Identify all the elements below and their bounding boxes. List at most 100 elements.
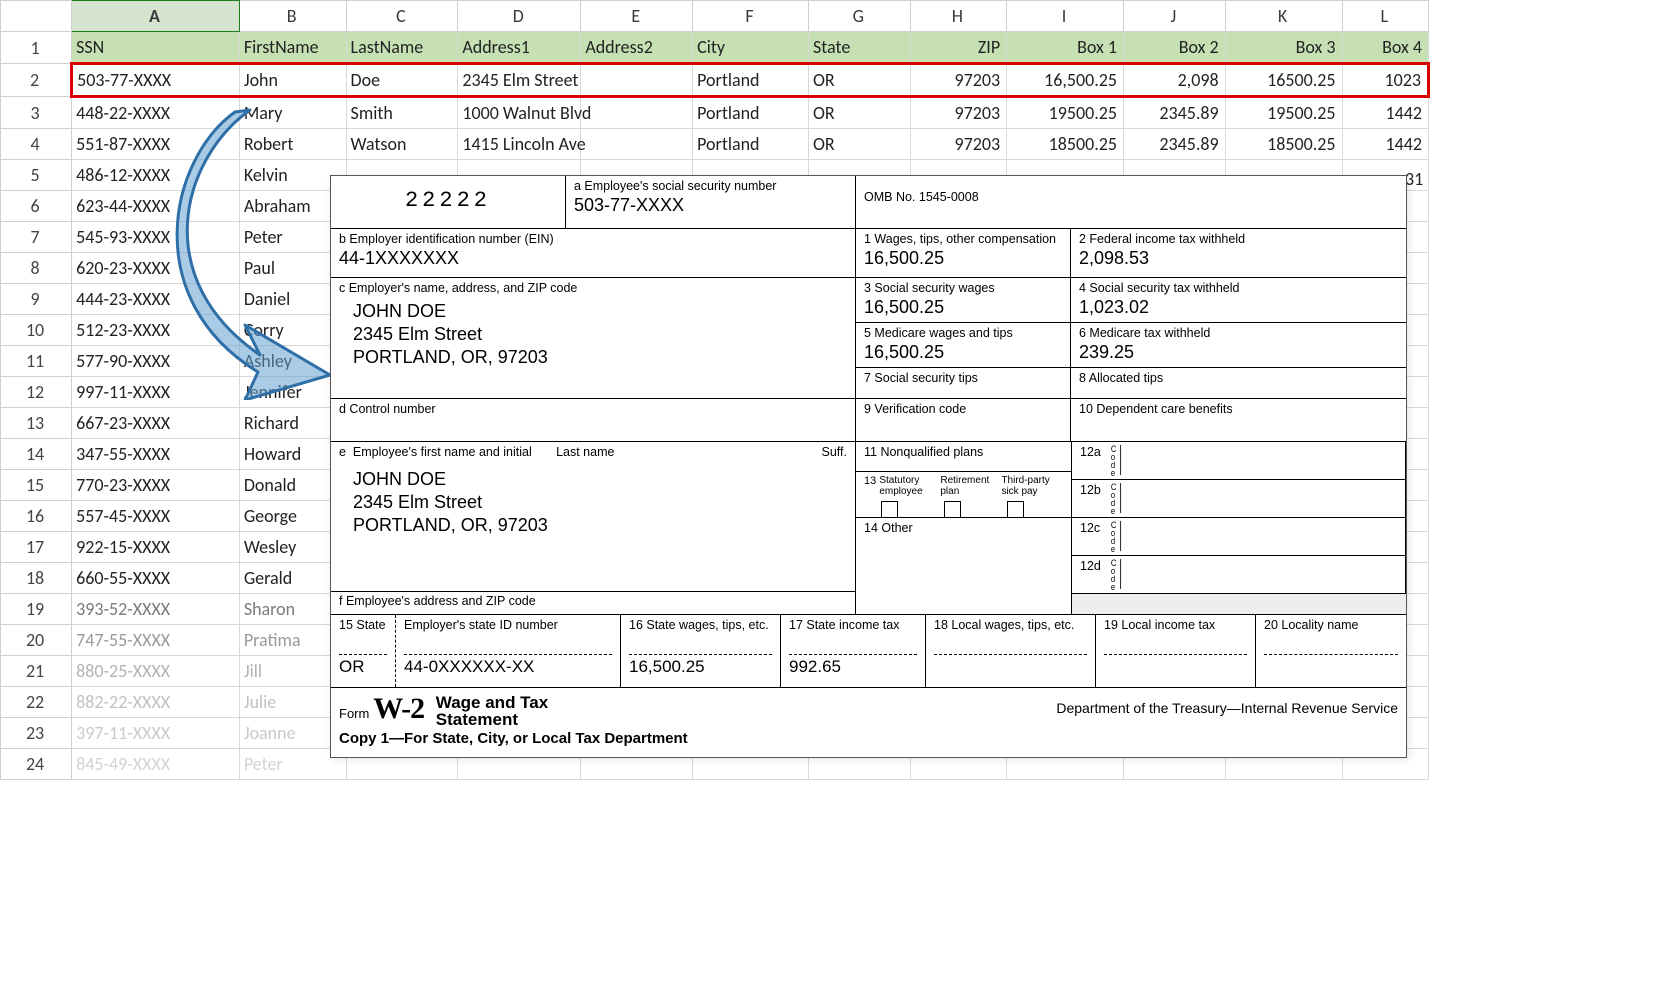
cell[interactable]: 19500.25 bbox=[1225, 97, 1342, 129]
cell[interactable]: 997-11-XXXX bbox=[72, 377, 240, 408]
header-cell[interactable]: ZIP bbox=[910, 32, 1007, 64]
row-header[interactable]: 24 bbox=[1, 749, 72, 780]
row-header[interactable]: 10 bbox=[1, 315, 72, 346]
column-header-B[interactable]: B bbox=[239, 1, 346, 32]
header-cell[interactable]: Address2 bbox=[581, 32, 693, 64]
header-cell[interactable]: State bbox=[808, 32, 910, 64]
column-header-J[interactable]: J bbox=[1124, 1, 1226, 32]
cell[interactable]: 503-77-XXXX bbox=[72, 64, 240, 97]
cell[interactable]: 16,500.25 bbox=[1007, 64, 1124, 97]
row-header[interactable]: 23 bbox=[1, 718, 72, 749]
cell[interactable]: OR bbox=[808, 64, 910, 97]
cell[interactable]: 397-11-XXXX bbox=[72, 718, 240, 749]
cell[interactable]: 2345 Elm Street bbox=[458, 64, 581, 97]
row-header[interactable]: 4 bbox=[1, 129, 72, 160]
cell[interactable]: 347-55-XXXX bbox=[72, 439, 240, 470]
cell[interactable]: 880-25-XXXX bbox=[72, 656, 240, 687]
cell[interactable]: John bbox=[239, 64, 346, 97]
row-header[interactable]: 12 bbox=[1, 377, 72, 408]
cell[interactable]: 557-45-XXXX bbox=[72, 501, 240, 532]
cell[interactable]: 97203 bbox=[910, 97, 1007, 129]
column-header-E[interactable]: E bbox=[581, 1, 693, 32]
column-header-F[interactable]: F bbox=[693, 1, 809, 32]
header-cell[interactable]: Address1 bbox=[458, 32, 581, 64]
row-header[interactable]: 20 bbox=[1, 625, 72, 656]
cell[interactable]: Robert bbox=[239, 129, 346, 160]
cell[interactable]: 1000 Walnut Blvd bbox=[458, 97, 581, 129]
header-cell[interactable]: Box 2 bbox=[1124, 32, 1226, 64]
header-cell[interactable]: Box 4 bbox=[1342, 32, 1428, 64]
cell[interactable]: 486-12-XXXX bbox=[72, 160, 240, 191]
cell[interactable]: 1023 bbox=[1342, 64, 1428, 97]
cell[interactable]: Portland bbox=[693, 129, 809, 160]
cell[interactable]: 882-22-XXXX bbox=[72, 687, 240, 718]
cell[interactable]: 444-23-XXXX bbox=[72, 284, 240, 315]
column-header-H[interactable]: H bbox=[910, 1, 1007, 32]
cell[interactable]: 922-15-XXXX bbox=[72, 532, 240, 563]
header-cell[interactable]: SSN bbox=[72, 32, 240, 64]
cell[interactable]: 16500.25 bbox=[1225, 64, 1342, 97]
header-cell[interactable]: Box 3 bbox=[1225, 32, 1342, 64]
row-header[interactable]: 9 bbox=[1, 284, 72, 315]
cell[interactable]: 660-55-XXXX bbox=[72, 563, 240, 594]
column-header-A[interactable]: A bbox=[72, 1, 240, 32]
checkbox-icon[interactable] bbox=[944, 501, 961, 518]
cell[interactable]: 747-55-XXXX bbox=[72, 625, 240, 656]
row-header[interactable]: 17 bbox=[1, 532, 72, 563]
cell[interactable]: 1415 Lincoln Ave bbox=[458, 129, 581, 160]
cell[interactable]: 18500.25 bbox=[1225, 129, 1342, 160]
cell[interactable]: 97203 bbox=[910, 129, 1007, 160]
row-header[interactable]: 8 bbox=[1, 253, 72, 284]
cell[interactable]: 19500.25 bbox=[1007, 97, 1124, 129]
cell[interactable]: 545-93-XXXX bbox=[72, 222, 240, 253]
column-header-G[interactable]: G bbox=[808, 1, 910, 32]
row-header[interactable]: 11 bbox=[1, 346, 72, 377]
cell[interactable]: 448-22-XXXX bbox=[72, 97, 240, 129]
checkbox-icon[interactable] bbox=[1007, 501, 1024, 518]
header-cell[interactable]: Box 1 bbox=[1007, 32, 1124, 64]
cell[interactable]: Doe bbox=[346, 64, 458, 97]
cell[interactable]: Mary bbox=[239, 97, 346, 129]
header-cell[interactable]: LastName bbox=[346, 32, 458, 64]
row-header[interactable]: 21 bbox=[1, 656, 72, 687]
row-header[interactable]: 14 bbox=[1, 439, 72, 470]
column-header-C[interactable]: C bbox=[346, 1, 458, 32]
header-cell[interactable]: City bbox=[693, 32, 809, 64]
cell[interactable]: 1442 bbox=[1342, 129, 1428, 160]
cell[interactable] bbox=[581, 129, 693, 160]
cell[interactable]: Portland bbox=[693, 97, 809, 129]
cell[interactable]: 577-90-XXXX bbox=[72, 346, 240, 377]
checkbox-icon[interactable] bbox=[881, 501, 898, 518]
cell[interactable]: OR bbox=[808, 97, 910, 129]
row-header[interactable]: 18 bbox=[1, 563, 72, 594]
cell[interactable]: 845-49-XXXX bbox=[72, 749, 240, 780]
cell[interactable]: 2345.89 bbox=[1124, 129, 1226, 160]
row-header[interactable]: 15 bbox=[1, 470, 72, 501]
cell[interactable]: 2,098 bbox=[1124, 64, 1226, 97]
cell[interactable]: 667-23-XXXX bbox=[72, 408, 240, 439]
row-header[interactable]: 16 bbox=[1, 501, 72, 532]
header-cell[interactable]: FirstName bbox=[239, 32, 346, 64]
cell[interactable]: 620-23-XXXX bbox=[72, 253, 240, 284]
row-header[interactable]: 3 bbox=[1, 97, 72, 129]
column-header-K[interactable]: K bbox=[1225, 1, 1342, 32]
cell[interactable]: 18500.25 bbox=[1007, 129, 1124, 160]
row-header[interactable]: 22 bbox=[1, 687, 72, 718]
row-header[interactable]: 1 bbox=[1, 32, 72, 64]
cell[interactable]: 512-23-XXXX bbox=[72, 315, 240, 346]
cell[interactable]: Smith bbox=[346, 97, 458, 129]
column-header-D[interactable]: D bbox=[458, 1, 581, 32]
column-header-I[interactable]: I bbox=[1007, 1, 1124, 32]
cell[interactable]: 97203 bbox=[910, 64, 1007, 97]
cell[interactable]: Watson bbox=[346, 129, 458, 160]
row-header[interactable]: 13 bbox=[1, 408, 72, 439]
row-header[interactable]: 2 bbox=[1, 64, 72, 97]
cell[interactable]: 623-44-XXXX bbox=[72, 191, 240, 222]
cell[interactable]: OR bbox=[808, 129, 910, 160]
row-header[interactable]: 6 bbox=[1, 191, 72, 222]
column-header-L[interactable]: L bbox=[1342, 1, 1428, 32]
cell[interactable]: Portland bbox=[693, 64, 809, 97]
cell[interactable]: 2345.89 bbox=[1124, 97, 1226, 129]
row-header[interactable]: 19 bbox=[1, 594, 72, 625]
cell[interactable]: 551-87-XXXX bbox=[72, 129, 240, 160]
